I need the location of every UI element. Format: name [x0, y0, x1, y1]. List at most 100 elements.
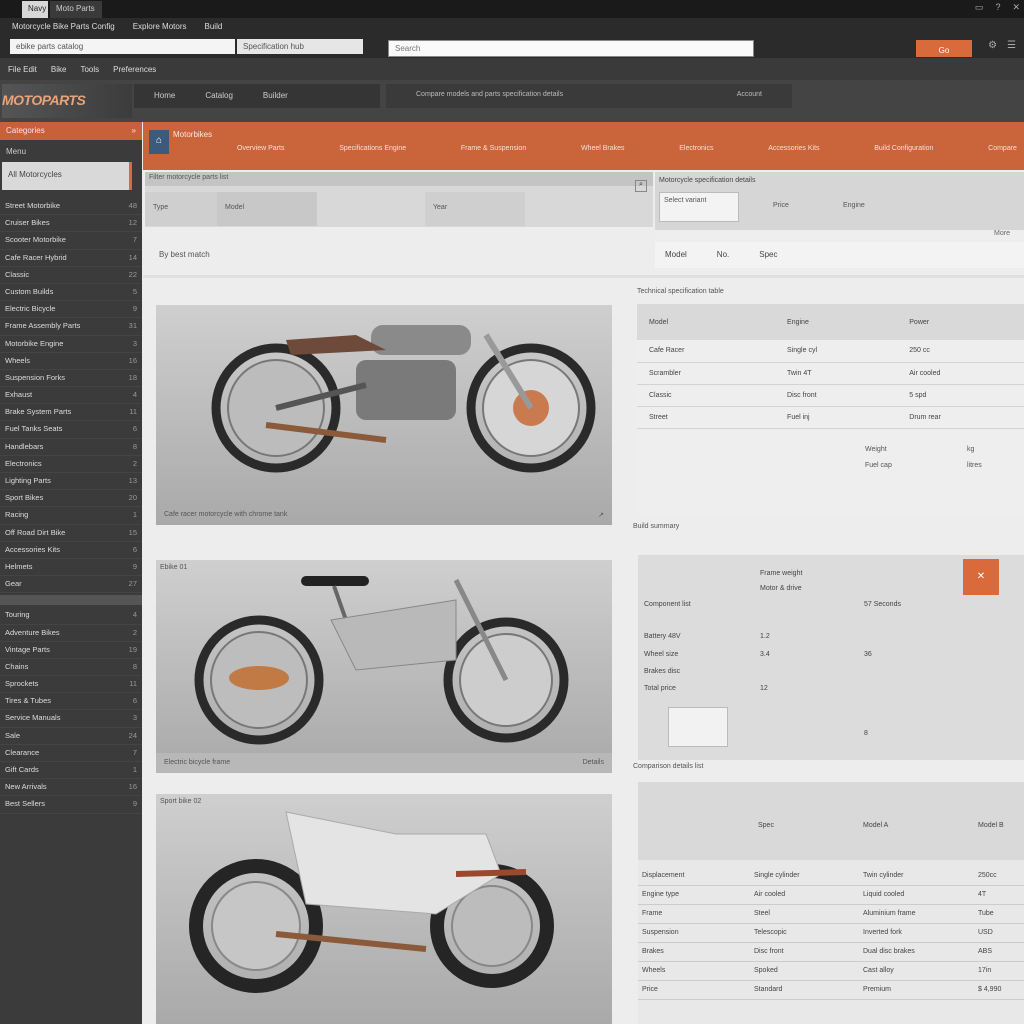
sidebar-item[interactable]: Clearance 7 [0, 745, 142, 762]
product-image-sport-bike[interactable]: Sport bike 02 [156, 794, 612, 1024]
tab-item[interactable]: Electronics [679, 145, 713, 152]
menu-item-file[interactable]: File Edit [8, 65, 37, 74]
column-header[interactable]: Model A [863, 822, 888, 829]
sidebar-item[interactable]: Racing 1 [0, 507, 142, 525]
sidebar-item[interactable]: Vintage Parts 19 [0, 642, 142, 659]
table-row[interactable]: Cafe Racer Single cyl 250 cc [637, 340, 1024, 363]
product-image-cafe-racer[interactable]: Cafe racer motorcycle with chrome tank ↗ [156, 305, 612, 525]
toolbar-item[interactable]: Motorcycle Bike Parts Config [12, 22, 115, 36]
sidebar-item[interactable]: Touring 4 [0, 607, 142, 625]
table2-title: Comparison details list [633, 763, 704, 770]
table-row[interactable]: Classic Disc front 5 spd [637, 384, 1024, 407]
sidebar-item[interactable]: Lighting Parts 13 [0, 473, 142, 491]
nav-account[interactable]: Account [737, 91, 762, 101]
sidebar-item[interactable]: Custom Builds 5 [0, 284, 142, 302]
help-icon[interactable]: ? [995, 2, 1000, 13]
part-thumbnail[interactable] [668, 707, 728, 747]
nav-builder[interactable]: Builder [263, 91, 288, 101]
menu-icon[interactable]: ☰ [1007, 40, 1016, 51]
column-header[interactable]: Model B [978, 822, 1004, 829]
sidebar-item[interactable]: Electric Bicycle 9 [0, 301, 142, 319]
sidebar-item[interactable]: Off Road Dirt Bike 15 [0, 525, 142, 542]
go-button[interactable]: Go [916, 40, 972, 57]
column-header[interactable]: Model [637, 304, 776, 340]
sidebar-item[interactable]: Fuel Tanks Seats 6 [0, 421, 142, 439]
menu-item-bike[interactable]: Bike [51, 65, 67, 74]
nav-catalog[interactable]: Catalog [205, 91, 233, 101]
tab-item[interactable]: Specifications Engine [339, 145, 406, 152]
nav-home[interactable]: Home [154, 91, 175, 101]
sidebar-item-label: Helmets [5, 561, 33, 571]
tab-item[interactable]: Frame & Suspension [461, 145, 526, 152]
sidebar-item[interactable]: Gear 27 [0, 576, 142, 594]
tab-item[interactable]: Overview Parts [237, 145, 284, 152]
tab-item[interactable]: Compare [988, 145, 1017, 152]
sidebar-item-count: 31 [128, 321, 137, 331]
sidebar-item[interactable]: Helmets 9 [0, 559, 142, 577]
sidebar-item[interactable]: Tires & Tubes 6 [0, 693, 142, 711]
sidebar-item[interactable]: Cafe Racer Hybrid 14 [0, 250, 142, 267]
more-link[interactable]: More [655, 230, 1024, 242]
sidebar-item[interactable]: Chains 8 [0, 659, 142, 677]
product-image-ebike[interactable]: Ebike 01 Electric bicycle frame Details [156, 560, 612, 773]
breadcrumb[interactable]: Motorbikes [173, 130, 212, 139]
detail-value: 57 Seconds [864, 601, 901, 608]
column-header[interactable]: Spec [758, 822, 774, 829]
sidebar-item[interactable]: Sale 24 [0, 728, 142, 745]
menu-item-tools[interactable]: Tools [80, 65, 99, 74]
sidebar-item[interactable]: Handlebars 8 [0, 439, 142, 456]
filter-model[interactable]: Model [217, 192, 317, 226]
table-row[interactable]: Scrambler Twin 4T Air cooled [637, 362, 1024, 385]
sidebar-item[interactable]: Scooter Motorbike 7 [0, 232, 142, 250]
sidebar-item[interactable]: Exhaust 4 [0, 387, 142, 405]
tab-item[interactable]: Build Configuration [874, 145, 933, 152]
filter-year[interactable]: Year [425, 192, 525, 226]
menu-item-preferences[interactable]: Preferences [113, 65, 156, 74]
filter-icon[interactable]: ⌕ [635, 180, 647, 192]
column-header[interactable]: Engine [775, 304, 898, 340]
close-icon[interactable]: ✕ [1012, 2, 1020, 13]
sidebar-item[interactable]: Cruiser Bikes 12 [0, 215, 142, 233]
details-link[interactable]: Details [583, 759, 604, 767]
sidebar-item[interactable]: Frame Assembly Parts 31 [0, 318, 142, 336]
close-icon[interactable]: ✕ [963, 559, 999, 595]
sidebar-item[interactable]: Sprockets 11 [0, 676, 142, 694]
sidebar-item[interactable]: Motorbike Engine 3 [0, 336, 142, 353]
tab-navy[interactable]: Navy [22, 1, 48, 18]
sidebar-item[interactable]: Adventure Bikes 2 [0, 625, 142, 642]
tab-item[interactable]: Accessories Kits [768, 145, 819, 152]
filter-type[interactable]: Type [145, 192, 217, 226]
sidebar-item-active[interactable]: All Motorcycles [2, 162, 132, 190]
collapse-icon[interactable]: » [132, 126, 136, 136]
settings-icon[interactable]: ⚙ [988, 40, 997, 51]
window-icon[interactable]: ▭ [975, 2, 984, 13]
sidebar-item[interactable]: Street Motorbike 48 [0, 198, 142, 216]
sidebar-item[interactable]: Gift Cards 1 [0, 762, 142, 780]
tab-item[interactable]: Wheel Brakes [581, 145, 625, 152]
sidebar-item[interactable]: Suspension Forks 18 [0, 370, 142, 388]
sidebar-item[interactable]: Brake System Parts 11 [0, 404, 142, 422]
address-suffix[interactable]: Specification hub [237, 39, 363, 54]
variant-dropdown[interactable]: Select variant [659, 192, 739, 222]
sidebar-item[interactable]: Service Manuals 3 [0, 710, 142, 728]
sort-label[interactable]: By best match [159, 250, 210, 259]
address-field[interactable]: ebike parts catalog [10, 39, 235, 54]
sidebar-item[interactable]: Sport Bikes 20 [0, 490, 142, 508]
tab-moto-parts[interactable]: Moto Parts [50, 1, 102, 18]
sidebar-item[interactable]: Accessories Kits 6 [0, 542, 142, 559]
sidebar-item[interactable]: New Arrivals 16 [0, 779, 142, 797]
sidebar-item[interactable]: Electronics 2 [0, 456, 142, 473]
sidebar-item[interactable]: Classic 22 [0, 267, 142, 284]
sidebar-item[interactable]: Best Sellers 9 [0, 796, 142, 814]
search-input[interactable] [388, 40, 754, 57]
expand-icon[interactable]: ↗ [598, 511, 604, 519]
table-row[interactable]: Street Fuel inj Drum rear [637, 406, 1024, 429]
site-logo[interactable]: MOTOPARTS [2, 84, 132, 118]
row-divider [638, 923, 1024, 924]
home-icon[interactable]: ⌂ [149, 130, 169, 154]
toolbar-item[interactable]: Build [205, 22, 223, 36]
column-header[interactable]: Power [897, 304, 1024, 340]
nav-compare[interactable]: Compare models and parts specification d… [416, 91, 563, 101]
toolbar-item[interactable]: Explore Motors [133, 22, 187, 36]
sidebar-item[interactable]: Wheels 16 [0, 353, 142, 370]
